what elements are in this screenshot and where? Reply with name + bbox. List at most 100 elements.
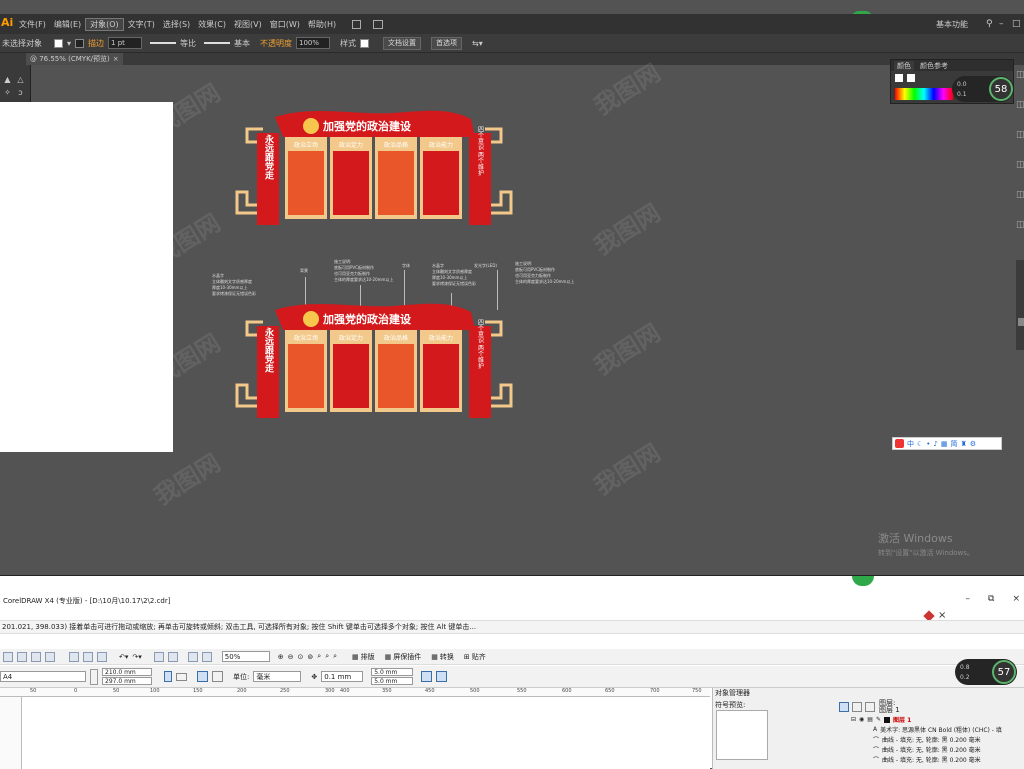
close-icon[interactable]: ×	[1012, 594, 1020, 604]
design-preview-top[interactable]: 加强党的政治建设 永远跟党走 四个意识 两个维护 政治立场 政治定力 政治品格 …	[233, 107, 515, 229]
vertical-scrollbar[interactable]	[1016, 260, 1024, 350]
export-icon[interactable]	[167, 651, 178, 662]
zoom-height-icon[interactable]: ⌕	[333, 652, 337, 661]
arrange-documents-icon[interactable]: ⇆▾	[472, 39, 483, 48]
page-width-field[interactable]: 210.0 mm	[102, 668, 152, 676]
open-icon[interactable]	[17, 651, 27, 662]
ime-mode[interactable]: 中	[907, 439, 914, 449]
page-size-select[interactable]: A4	[0, 671, 86, 682]
stroke-weight-field[interactable]: 1 pt	[108, 37, 143, 49]
layer-manager-icon[interactable]	[852, 702, 862, 712]
workspace-switcher[interactable]: 基本功能	[936, 19, 968, 30]
panel-stroke-swatch[interactable]	[907, 74, 915, 82]
treat-as-filled-icon[interactable]	[421, 671, 433, 682]
stroke-profile-label[interactable]: 等比	[180, 38, 196, 49]
direct-selection-tool-icon[interactable]: △	[15, 75, 26, 85]
close-tab-icon[interactable]: ×	[113, 55, 119, 63]
dock-icon[interactable]: ◫	[1016, 70, 1024, 80]
arrange-icon[interactable]	[373, 19, 384, 29]
brush-preview[interactable]	[204, 42, 231, 44]
minimize-icon[interactable]: –	[999, 19, 1004, 29]
canvas[interactable]	[22, 697, 710, 769]
duplicate-x-field[interactable]: 5.0 mm	[371, 668, 414, 676]
opacity-field[interactable]: 100%	[296, 37, 331, 49]
dock-icon[interactable]: ◫	[1016, 220, 1024, 230]
moon-icon[interactable]: ☾	[917, 440, 923, 448]
punct-icon[interactable]: •	[926, 440, 930, 448]
fill-dropdown-icon[interactable]: ▾	[67, 39, 71, 48]
dock-icon[interactable]: ◫	[1016, 190, 1024, 200]
style-swatch[interactable]	[360, 38, 370, 48]
menu-window[interactable]: 窗口(W)	[266, 19, 304, 30]
document-setup-button[interactable]: 文档设置	[383, 36, 422, 50]
dock-icon[interactable]: ◫	[1016, 160, 1024, 170]
redo-icon[interactable]: ↷▾	[132, 653, 141, 661]
lasso-tool-icon[interactable]: ↄ	[15, 88, 26, 98]
menu-type[interactable]: 文字(T)	[124, 19, 159, 30]
selection-tool-icon[interactable]: ▲	[2, 75, 13, 85]
tab-color[interactable]: 颜色	[894, 60, 914, 71]
layer-row[interactable]: ⊟ ◉ ▤ ✎ 图层 1	[851, 715, 911, 724]
notification-badge[interactable]	[852, 576, 874, 586]
opacity-label[interactable]: 不透明度	[260, 38, 292, 49]
zoom-selected-icon[interactable]: ⊙	[298, 653, 304, 661]
paste-icon[interactable]	[97, 651, 107, 662]
print-icon[interactable]: ▤	[867, 716, 873, 723]
import-icon[interactable]	[153, 651, 164, 662]
convert-button[interactable]: ▦ 转换	[428, 651, 457, 663]
search-icon[interactable]: ⚲	[986, 19, 993, 29]
object-row[interactable]: A 美术字: 思源黑体 CN Bold (粗体) (CHC) - 填	[873, 725, 1002, 734]
eye-icon[interactable]: ◉	[859, 716, 864, 723]
shirt-icon[interactable]: ♜	[961, 440, 967, 448]
bridge-icon[interactable]	[352, 19, 362, 29]
dock-icon[interactable]: ◫	[1016, 130, 1024, 140]
undo-icon[interactable]: ↶▾	[119, 653, 128, 661]
landscape-icon[interactable]	[176, 672, 187, 681]
zoom-page-icon[interactable]: ⌕	[317, 652, 321, 661]
ime-toolbar[interactable]: 中 ☾ • ♪ ▦ 简 ♜ ⚙	[892, 437, 1002, 450]
document-tab[interactable]: @ 76.55% (CMYK/预览) ×	[26, 53, 123, 65]
unit-select[interactable]: 毫米	[253, 671, 302, 682]
magic-wand-tool-icon[interactable]: ✧	[2, 88, 13, 98]
welcome-icon[interactable]	[201, 651, 212, 662]
zoom-out-icon[interactable]: ⊖	[288, 653, 294, 661]
settings-icon[interactable]: ⚙	[970, 440, 976, 448]
stroke-label[interactable]: 描边	[88, 38, 104, 49]
draw-outline-icon[interactable]	[436, 671, 448, 682]
object-row[interactable]: ⌒ 曲线 - 填充: 无, 轮廓: 黑 0.200 毫米	[873, 745, 981, 754]
print-icon[interactable]	[45, 651, 55, 662]
minimize-icon[interactable]: –	[966, 594, 971, 604]
duplicate-y-field[interactable]: 5.0 mm	[371, 677, 414, 685]
all-pages-icon[interactable]	[197, 671, 208, 682]
tab-color-guide[interactable]: 颜色参考	[920, 61, 948, 71]
artboard[interactable]	[0, 102, 173, 452]
menu-view[interactable]: 视图(V)	[230, 19, 266, 30]
page-height-field[interactable]: 297.0 mm	[102, 677, 152, 685]
performance-gauge[interactable]: 0.0 0.1 58	[952, 76, 1014, 102]
brush-label[interactable]: 基本	[234, 38, 250, 49]
design-preview-bottom[interactable]: 加强党的政治建设 永远跟党走 四个意识 两个维护 政治立场 政治定力 政治品格 …	[233, 300, 515, 422]
copy-icon[interactable]	[83, 651, 93, 662]
scrollbar-thumb[interactable]	[1018, 318, 1024, 326]
performance-gauge[interactable]: 0.8 0.2 57	[955, 659, 1017, 685]
menu-edit[interactable]: 编辑(E)	[50, 19, 85, 30]
panel-fill-swatch[interactable]	[895, 74, 903, 82]
screen-plugin-button[interactable]: ▦ 屏保插件	[382, 651, 425, 663]
menu-help[interactable]: 帮助(H)	[304, 19, 340, 30]
zoom-level-select[interactable]: 50%	[221, 651, 270, 662]
zoom-fit-icon[interactable]: ⊚	[307, 653, 313, 661]
preferences-button[interactable]: 首选项	[431, 36, 463, 50]
dock-icon[interactable]: ◫	[1016, 100, 1024, 110]
stroke-swatch[interactable]	[75, 38, 85, 48]
zoom-in-icon[interactable]: ⊕	[278, 653, 284, 661]
keyboard-icon[interactable]: ▦	[941, 440, 948, 448]
new-icon[interactable]	[3, 651, 13, 662]
ruler-vertical[interactable]	[0, 697, 22, 769]
color-spectrum[interactable]	[895, 88, 953, 100]
ime-simplified[interactable]: 简	[951, 439, 958, 449]
stroke-profile-preview[interactable]	[150, 42, 177, 44]
current-page-icon[interactable]	[212, 671, 223, 682]
menu-effect[interactable]: 效果(C)	[194, 19, 230, 30]
layout-button[interactable]: ▦ 排版	[349, 651, 378, 663]
show-properties-icon[interactable]	[839, 702, 849, 712]
